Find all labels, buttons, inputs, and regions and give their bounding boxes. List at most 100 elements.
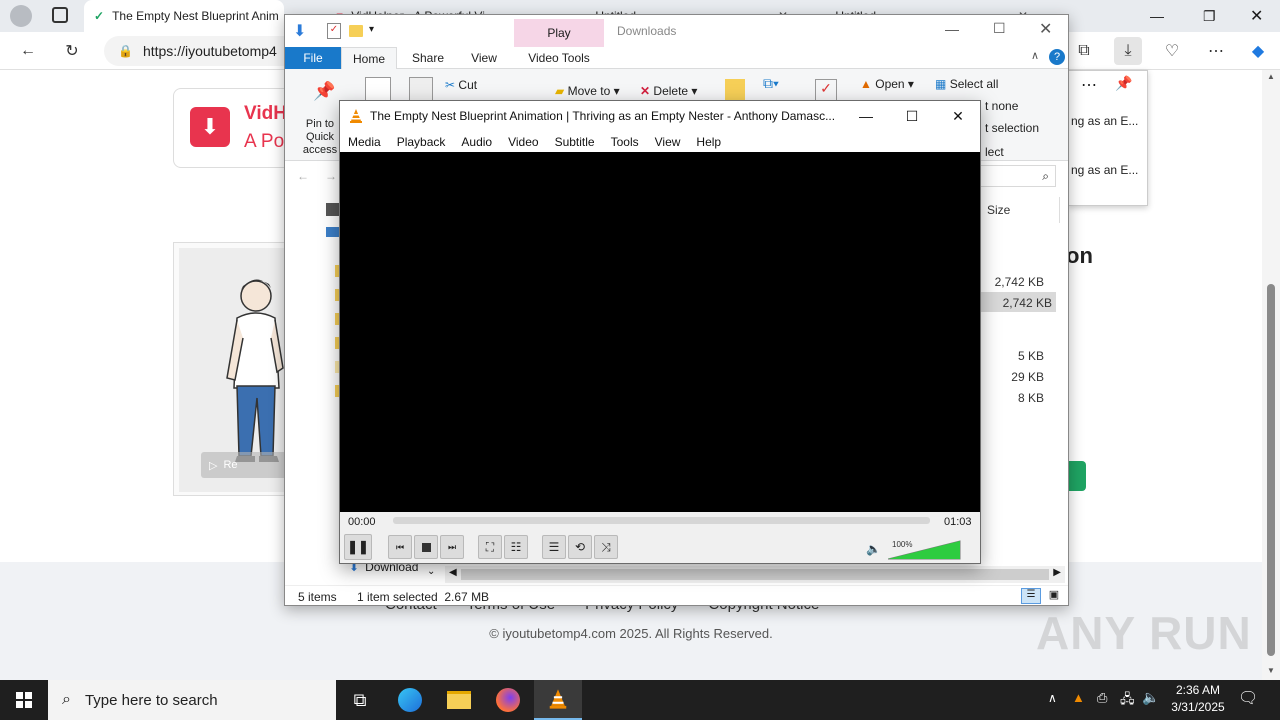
heart-pulse-icon[interactable]: ♡ — [1158, 37, 1186, 65]
edge-browser-icon[interactable] — [386, 680, 434, 720]
restore-icon[interactable]: ❐ — [1203, 8, 1216, 25]
menu-help[interactable]: Help — [688, 131, 729, 152]
shuffle-button[interactable]: ⤨ — [594, 535, 618, 559]
back-arrow-icon[interactable]: ← — [14, 37, 42, 65]
copilot-icon[interactable]: ◆ — [1244, 37, 1272, 65]
show-hidden-icons-icon[interactable]: ∧ — [1048, 691, 1057, 705]
task-view-icon[interactable]: ⧉ — [336, 680, 384, 720]
next-button[interactable]: ⏭ — [440, 535, 464, 559]
tab-actions-icon[interactable] — [52, 7, 68, 23]
customize-toolbar-icon[interactable]: ▾ — [369, 24, 374, 35]
download-logo-icon[interactable]: ⬇ — [190, 107, 230, 147]
tab-view[interactable]: View — [457, 47, 511, 69]
vlc-taskbar-icon[interactable] — [534, 680, 582, 720]
menu-media[interactable]: Media — [340, 131, 389, 152]
more-options-icon[interactable]: ⋯ — [1081, 75, 1097, 95]
pause-button[interactable]: ❚❚ — [344, 534, 372, 560]
playlist-button[interactable]: ☰ — [542, 535, 566, 559]
download-item[interactable]: ng as an E... — [1071, 114, 1138, 128]
forward-arrow-icon[interactable]: → — [325, 169, 337, 183]
file-row[interactable]: 2,742 KB — [980, 271, 1060, 291]
browser-tab-active[interactable]: ✓ The Empty Nest Blueprint Anim — [84, 0, 284, 32]
page-scrollbar[interactable]: ▲ ▼ — [1262, 70, 1280, 680]
scrollbar-thumb[interactable] — [461, 569, 1049, 580]
new-item-icon[interactable]: ⧉▾ — [763, 75, 779, 92]
thumbnail-play-button[interactable]: ▷ Re — [201, 452, 291, 478]
open-button[interactable]: ▲ Open ▾ — [860, 77, 914, 91]
notifications-icon[interactable]: 🗨 — [1238, 688, 1258, 708]
speaker-icon[interactable]: 🔈 — [866, 542, 881, 556]
select-none-button[interactable]: t none — [985, 99, 1018, 113]
scroll-right-icon[interactable]: ▶ — [1053, 567, 1061, 578]
file-explorer-icon[interactable] — [435, 680, 483, 720]
profile-avatar[interactable] — [10, 5, 32, 27]
scrollbar-thumb[interactable] — [1267, 284, 1275, 656]
volume-slider[interactable]: 100% — [888, 537, 962, 561]
scroll-left-icon[interactable]: ◀ — [449, 567, 457, 578]
minimize-icon[interactable]: — — [1150, 8, 1164, 24]
previous-button[interactable]: ⏮ — [388, 535, 412, 559]
menu-playback[interactable]: Playback — [389, 131, 454, 152]
back-arrow-icon[interactable]: ← — [297, 169, 309, 183]
file-row-selected[interactable]: 2,742 KB — [980, 292, 1056, 312]
tab-home[interactable]: Home — [341, 47, 397, 69]
file-row[interactable]: 29 KB — [980, 367, 1060, 387]
delete-button[interactable]: ✕ Delete ▾ — [640, 84, 697, 98]
maximize-icon[interactable]: ☐ — [993, 20, 1006, 37]
video-display[interactable] — [340, 152, 980, 512]
move-to-button[interactable]: ▰ Move to ▾ — [555, 84, 620, 98]
column-header-size[interactable]: Size — [987, 203, 1010, 217]
cut-button[interactable]: ✂ Cut — [445, 78, 477, 92]
quick-access-down-arrow-icon[interactable]: ⬇ — [293, 21, 306, 41]
menu-view[interactable]: View — [647, 131, 689, 152]
collections-icon[interactable]: ⧉ — [1070, 37, 1098, 65]
maximize-icon[interactable]: ☐ — [889, 101, 935, 131]
select-all-button[interactable]: ▦ Select all — [935, 77, 998, 91]
close-icon[interactable]: ✕ — [1250, 6, 1263, 26]
windows-start-icon[interactable] — [0, 680, 48, 720]
large-icons-view-icon[interactable]: ▣ — [1045, 588, 1063, 604]
firefox-icon[interactable] — [484, 680, 532, 720]
fullscreen-button[interactable]: ⛶ — [478, 535, 502, 559]
download-item[interactable]: ng as an E... — [1071, 163, 1138, 177]
system-clock[interactable]: 2:36 AM 3/31/2025 — [1160, 682, 1236, 716]
tab-file[interactable]: File — [285, 47, 341, 69]
stop-button[interactable] — [414, 535, 438, 559]
new-folder-icon[interactable] — [349, 25, 363, 37]
file-row[interactable]: 5 KB — [980, 346, 1060, 366]
contextual-tab-header[interactable]: Play — [514, 19, 604, 47]
volume-tray-icon[interactable]: 🔈 — [1142, 689, 1159, 706]
more-options-icon[interactable]: ⋯ — [1202, 37, 1230, 65]
total-time[interactable]: 01:03 — [944, 516, 972, 528]
details-view-icon[interactable]: ☰ — [1021, 588, 1041, 604]
menu-video[interactable]: Video — [500, 131, 546, 152]
meet-now-icon[interactable]: ⎙ — [1097, 690, 1107, 706]
invert-selection-button[interactable]: t selection — [985, 121, 1039, 135]
menu-tools[interactable]: Tools — [603, 131, 647, 152]
properties-icon[interactable]: ✓ — [327, 23, 341, 39]
seek-slider[interactable] — [393, 517, 930, 524]
extended-settings-button[interactable]: ☷ — [504, 535, 528, 559]
minimize-icon[interactable]: — — [843, 101, 889, 131]
loop-button[interactable]: ⟲ — [568, 535, 592, 559]
menu-subtitle[interactable]: Subtitle — [547, 131, 603, 152]
scroll-down-icon[interactable]: ▼ — [1267, 666, 1275, 675]
downloads-icon[interactable]: ⤓ — [1114, 37, 1142, 65]
minimize-icon[interactable]: — — [945, 21, 959, 37]
close-icon[interactable]: ✕ — [935, 101, 981, 131]
download-button[interactable] — [1066, 461, 1086, 491]
tab-video-tools[interactable]: Video Tools — [514, 47, 604, 69]
search-box[interactable]: ⌕ — [980, 165, 1056, 187]
pin-icon[interactable]: 📌 — [1115, 75, 1132, 92]
close-icon[interactable]: ✕ — [1039, 19, 1052, 39]
site-brand-name[interactable]: VidH — [244, 103, 287, 125]
help-icon[interactable]: ? — [1049, 49, 1065, 65]
taskbar-search[interactable]: ⌕ Type here to search — [48, 680, 336, 720]
vlc-tray-icon[interactable]: ▲ — [1072, 690, 1085, 705]
nav-expand-icon[interactable]: ⌄ — [427, 566, 435, 577]
scroll-up-icon[interactable]: ▲ — [1267, 72, 1275, 81]
horizontal-scrollbar[interactable]: ◀ ▶ — [445, 566, 1065, 583]
tab-share[interactable]: Share — [401, 47, 455, 69]
address-bar[interactable]: 🔒 https://iyoutubetomp4 — [104, 36, 304, 66]
file-row[interactable]: 8 KB — [980, 388, 1060, 408]
